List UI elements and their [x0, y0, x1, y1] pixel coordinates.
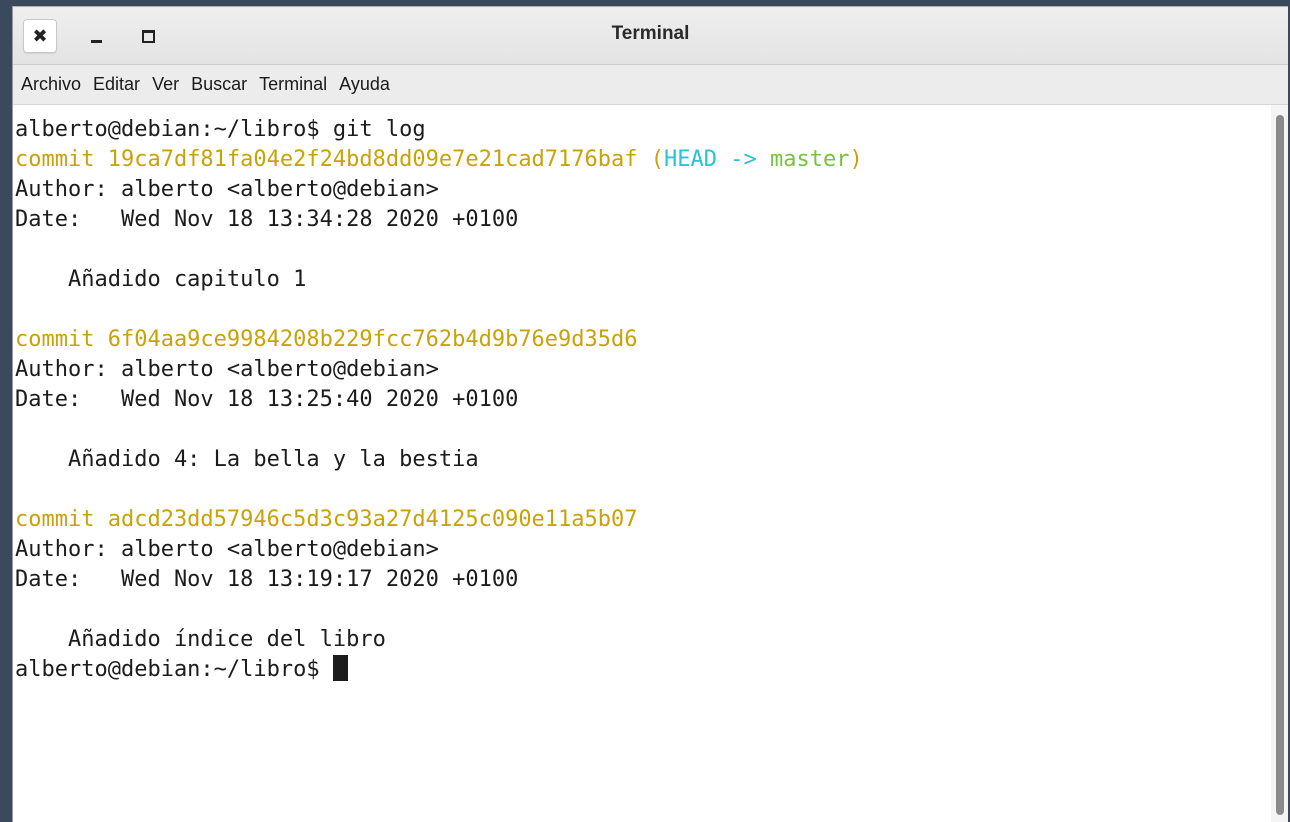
date-line: Date: Wed Nov 18 13:25:40 2020 +0100	[15, 387, 519, 412]
menu-archivo[interactable]: Archivo	[15, 70, 87, 99]
window-title: Terminal	[611, 23, 690, 44]
menu-ayuda[interactable]: Ayuda	[333, 70, 396, 99]
menu-terminal[interactable]: Terminal	[253, 70, 333, 99]
menu-ver[interactable]: Ver	[146, 70, 185, 99]
commit-message: Añadido índice del libro	[15, 627, 386, 652]
command: git log	[332, 117, 426, 142]
scrollbar[interactable]	[1271, 105, 1288, 822]
text-cursor	[332, 655, 348, 681]
ref-open: (	[650, 147, 665, 172]
prompt: alberto@debian:~/libro$	[15, 117, 320, 142]
menu-editar[interactable]: Editar	[87, 70, 146, 99]
commit-line: commit adcd23dd57946c5d3c93a27d4125c090e…	[15, 507, 638, 532]
prompt: alberto@debian:~/libro$	[15, 657, 333, 682]
menu-buscar[interactable]: Buscar	[185, 70, 253, 99]
commit-line: commit 6f04aa9ce9984208b229fcc762b4d9b76…	[15, 327, 638, 352]
scrollbar-thumb[interactable]	[1276, 115, 1284, 815]
commit-message: Añadido capitulo 1	[15, 267, 307, 292]
final-prompt-line: alberto@debian:~/libro$	[15, 655, 348, 685]
author-line: Author: alberto <alberto@debian>	[15, 177, 439, 202]
date-line: Date: Wed Nov 18 13:19:17 2020 +0100	[15, 567, 519, 592]
branch-ref: master	[770, 147, 850, 172]
terminal-window: ✖ Terminal Archivo Editar Ver Buscar Ter…	[12, 6, 1288, 822]
commit-message: Añadido 4: La bella y la bestia	[15, 447, 479, 472]
terminal-output[interactable]: alberto@debian:~/libro$ git log commit 1…	[13, 105, 1271, 822]
prompt-line: alberto@debian:~/libro$ git log	[15, 115, 426, 145]
author-line: Author: alberto <alberto@debian>	[15, 537, 439, 562]
commit-line: commit 19ca7df81fa04e2f24bd8dd09e7e21cad…	[15, 145, 863, 175]
author-line: Author: alberto <alberto@debian>	[15, 357, 439, 382]
commit-hash: commit 19ca7df81fa04e2f24bd8dd09e7e21cad…	[15, 147, 638, 172]
title-bar[interactable]: ✖ Terminal	[13, 7, 1288, 65]
ref-close: )	[849, 147, 863, 172]
menu-bar: Archivo Editar Ver Buscar Terminal Ayuda	[13, 65, 1288, 105]
date-line: Date: Wed Nov 18 13:34:28 2020 +0100	[15, 207, 519, 232]
head-ref: HEAD ->	[664, 147, 757, 172]
